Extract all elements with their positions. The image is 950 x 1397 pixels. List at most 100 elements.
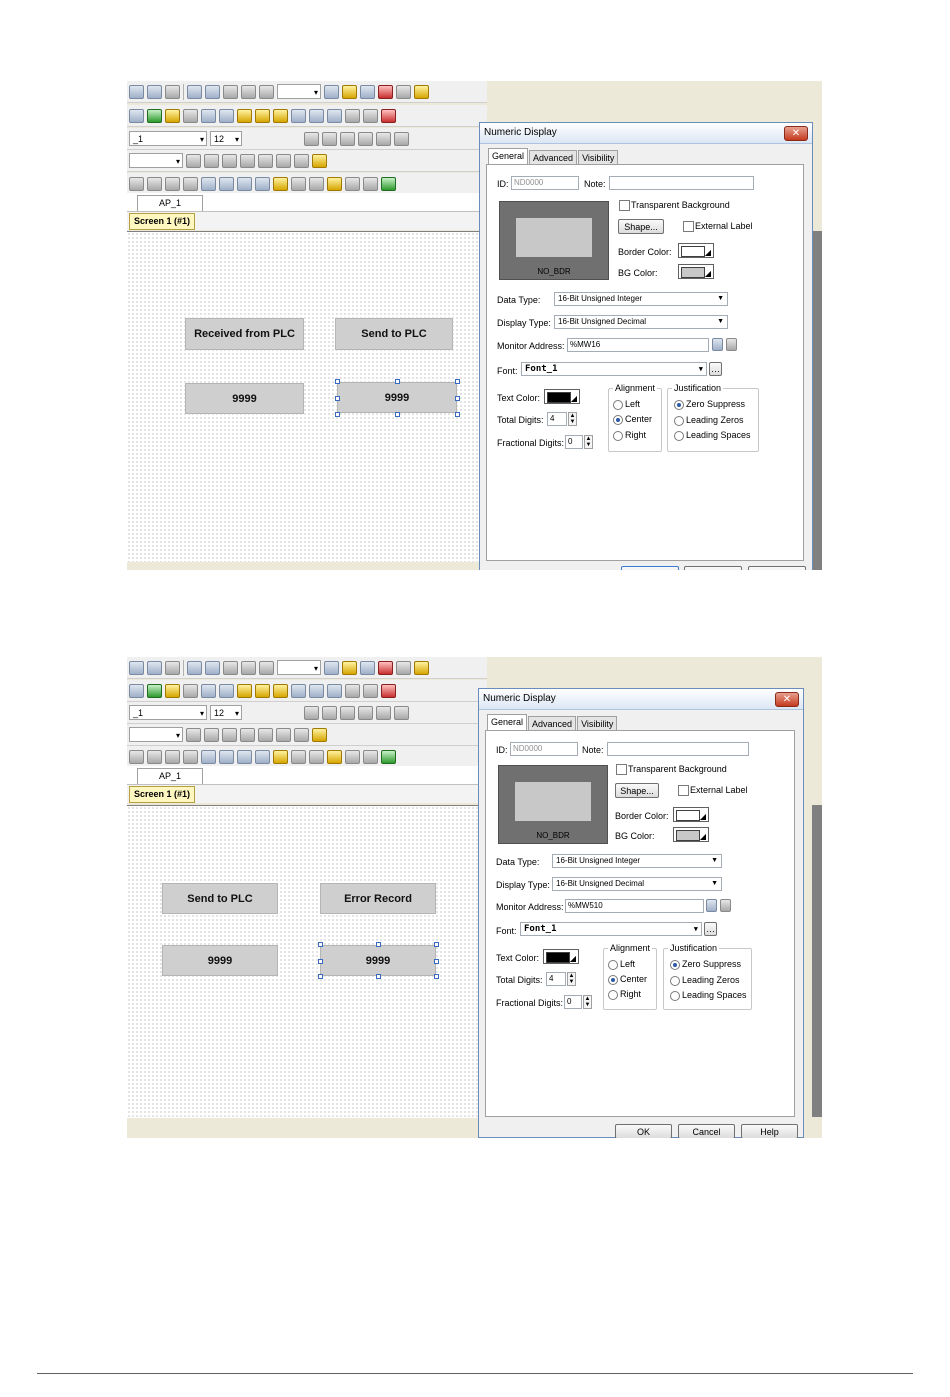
align-icon[interactable] — [219, 749, 234, 764]
tab-general[interactable]: General — [488, 148, 529, 165]
tool-icon[interactable] — [186, 727, 201, 742]
selection-handle[interactable] — [376, 942, 381, 947]
tool-icon[interactable] — [396, 660, 411, 675]
align-icon[interactable] — [147, 749, 162, 764]
selection-handle[interactable] — [335, 412, 340, 417]
note-field[interactable] — [609, 176, 754, 190]
tool-icon[interactable] — [147, 108, 162, 123]
tool-icon[interactable] — [324, 660, 339, 675]
total-digits-field[interactable]: 4 — [547, 412, 567, 426]
align-icon[interactable] — [165, 176, 180, 191]
layer-icon[interactable] — [309, 176, 324, 191]
tool-icon[interactable] — [129, 108, 144, 123]
id-field[interactable]: ND0000 — [510, 742, 578, 756]
tool-icon[interactable] — [237, 108, 252, 123]
numeric-display-selected[interactable]: 9999 — [337, 382, 457, 413]
numeric-display-left[interactable]: 9999 — [162, 945, 278, 976]
tool-icon[interactable] — [378, 84, 393, 99]
display-type-select[interactable]: 16-Bit Unsigned Decimal ▼ — [554, 315, 728, 329]
tool-icon[interactable] — [204, 153, 219, 168]
tool-icon[interactable] — [376, 705, 391, 720]
address-lock-icon[interactable] — [726, 338, 737, 351]
zoom-out-icon[interactable] — [205, 84, 220, 99]
tool-icon[interactable] — [340, 131, 355, 146]
transparent-bg-checkbox[interactable] — [619, 200, 630, 211]
font-name-combo[interactable]: _1 ▾ — [129, 131, 207, 146]
cancel-button[interactable] — [684, 566, 742, 570]
tool-icon[interactable] — [342, 660, 357, 675]
tool-icon[interactable] — [129, 683, 144, 698]
dialog-titlebar[interactable]: Numeric Display ✕ — [479, 689, 803, 710]
zoom-in-icon[interactable] — [187, 84, 202, 99]
tool-icon[interactable] — [258, 153, 273, 168]
tool-icon[interactable] — [273, 108, 288, 123]
leading-zeros-radio[interactable] — [670, 976, 680, 986]
fractional-digits-spinner[interactable]: ▲ ▼ — [584, 435, 593, 449]
font-browse-button[interactable]: … — [709, 362, 722, 376]
selection-handle[interactable] — [376, 974, 381, 979]
tool-icon[interactable] — [363, 108, 378, 123]
label-send-to-plc[interactable]: Send to PLC — [162, 883, 278, 914]
layer-icon[interactable] — [291, 176, 306, 191]
tool-icon[interactable] — [381, 176, 396, 191]
tab-general[interactable]: General — [487, 714, 528, 731]
text-color-swatch[interactable]: ◢ — [544, 389, 580, 404]
font-size-combo[interactable]: 12 ▾ — [210, 705, 242, 720]
selection-handle[interactable] — [434, 942, 439, 947]
external-label-checkbox[interactable] — [678, 785, 689, 796]
zero-suppress-radio[interactable] — [670, 960, 680, 970]
style-combo[interactable]: ▾ — [129, 727, 183, 742]
tool-icon[interactable] — [165, 84, 180, 99]
tool-icon[interactable] — [183, 108, 198, 123]
selection-handle[interactable] — [318, 942, 323, 947]
tool-icon[interactable] — [322, 131, 337, 146]
help-button[interactable]: Help — [741, 1124, 798, 1138]
tool-icon[interactable] — [165, 683, 180, 698]
data-type-select[interactable]: 16-Bit Unsigned Integer ▼ — [554, 292, 728, 306]
align-icon[interactable] — [255, 176, 270, 191]
tool-icon[interactable] — [324, 84, 339, 99]
tool-icon[interactable] — [276, 727, 291, 742]
tool-icon[interactable] — [129, 84, 144, 99]
align-right-radio[interactable] — [608, 990, 618, 1000]
tool-icon[interactable] — [381, 749, 396, 764]
tool-icon[interactable] — [394, 131, 409, 146]
total-digits-field[interactable]: 4 — [546, 972, 566, 986]
tool-icon[interactable] — [276, 153, 291, 168]
tool-icon[interactable] — [165, 108, 180, 123]
tool-icon[interactable] — [147, 683, 162, 698]
font-select[interactable]: Font_1 ▼ — [521, 362, 707, 376]
tool-icon[interactable] — [340, 705, 355, 720]
lightbulb-icon[interactable] — [255, 683, 270, 698]
selection-handle[interactable] — [335, 396, 340, 401]
bg-color-swatch[interactable]: ◢ — [673, 827, 709, 842]
tool-icon[interactable] — [342, 84, 357, 99]
layer-icon[interactable] — [327, 749, 342, 764]
address-keypad-icon[interactable] — [706, 899, 717, 912]
lightbulb-icon[interactable] — [255, 108, 270, 123]
align-icon[interactable] — [129, 749, 144, 764]
selection-handle[interactable] — [455, 412, 460, 417]
tool-icon[interactable] — [258, 727, 273, 742]
label-send-to-plc[interactable]: Send to PLC — [335, 318, 453, 350]
group-icon[interactable] — [345, 749, 360, 764]
style-combo[interactable]: ▾ — [129, 153, 183, 168]
tool-icon[interactable] — [396, 84, 411, 99]
note-field[interactable] — [607, 742, 749, 756]
selection-handle[interactable] — [395, 412, 400, 417]
tool-icon[interactable] — [327, 108, 342, 123]
selection-handle[interactable] — [395, 379, 400, 384]
screen-tab[interactable]: Screen 1 (#1) — [129, 213, 196, 230]
font-size-combo[interactable]: 12 ▾ — [210, 131, 242, 146]
fractional-digits-field[interactable]: 0 — [564, 995, 582, 1009]
tool-icon[interactable] — [237, 683, 252, 698]
zero-suppress-radio[interactable] — [674, 400, 684, 410]
align-icon[interactable] — [237, 176, 252, 191]
tool-icon[interactable] — [345, 108, 360, 123]
numeric-display-selected[interactable]: 9999 — [320, 945, 436, 976]
align-left-radio[interactable] — [613, 400, 623, 410]
border-color-swatch[interactable]: ◢ — [673, 807, 709, 822]
zoom-combo[interactable]: ▾ — [277, 660, 321, 675]
help-icon[interactable] — [414, 660, 429, 675]
ap-tab[interactable]: AP_1 — [137, 768, 203, 784]
